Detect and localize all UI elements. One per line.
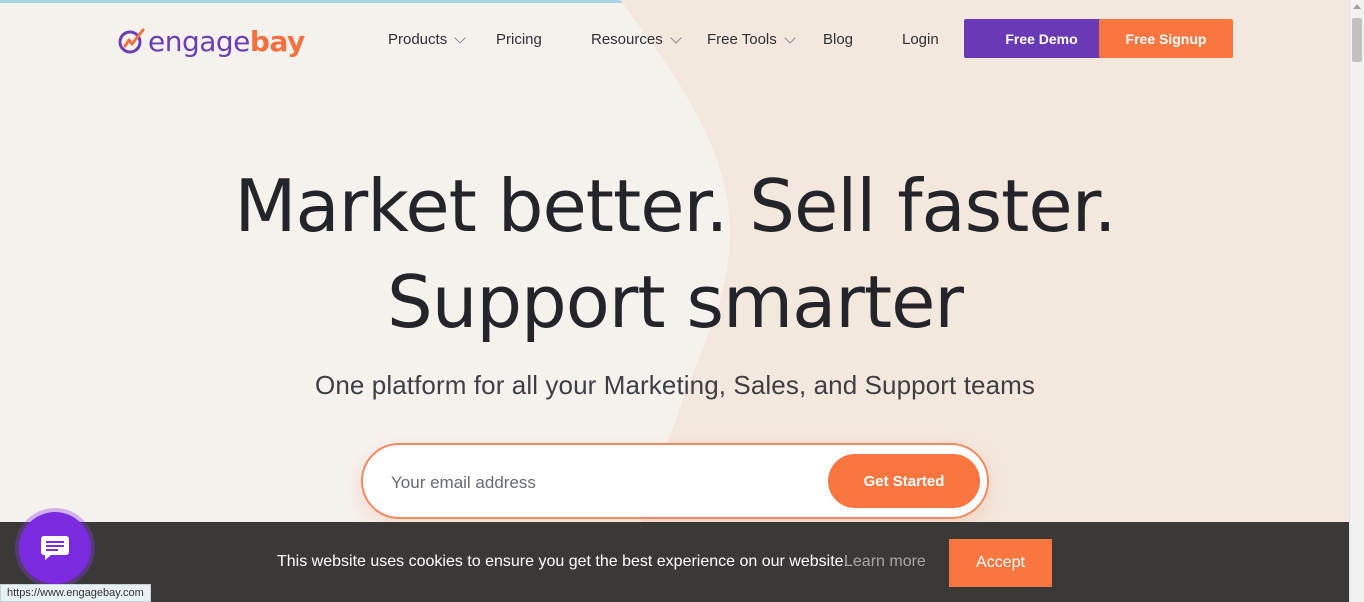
get-started-button[interactable]: Get Started [828, 454, 980, 508]
nav-item-pricing[interactable]: Pricing [496, 29, 542, 49]
chat-bubble-icon [41, 536, 69, 560]
brand-logo[interactable]: engagebay [117, 24, 305, 58]
nav-label: Resources [591, 30, 663, 48]
cookie-message: This website uses cookies to ensure you … [277, 553, 848, 570]
hero-subtitle: One platform for all your Marketing, Sal… [315, 370, 1035, 400]
scroll-thumb[interactable] [1352, 18, 1362, 62]
hero-title-line-2: Support smarter [386, 260, 964, 344]
email-input[interactable] [391, 465, 811, 501]
browser-status-url: https://www.engagebay.com [0, 584, 151, 602]
nav-label: Pricing [496, 30, 542, 48]
cookie-consent-bar: This website uses cookies to ensure you … [0, 522, 1349, 602]
nav-label: Login [902, 30, 939, 48]
chat-widget-button[interactable] [19, 512, 91, 584]
nav-label: Blog [823, 30, 854, 48]
nav-item-resources[interactable]: Resources [591, 29, 682, 49]
nav-item-free-tools[interactable]: Free Tools [707, 29, 796, 49]
chevron-down-icon [670, 31, 682, 44]
chevron-down-icon [784, 31, 796, 44]
scroll-up-arrow-icon[interactable] [1353, 4, 1361, 9]
hero-title-line-1: Market better. Sell faster. [234, 164, 1116, 248]
chevron-down-icon [454, 31, 466, 44]
nav-item-products[interactable]: Products [388, 29, 466, 49]
logo-mark-icon [118, 28, 145, 54]
page-scrollbar[interactable] [1349, 0, 1364, 602]
email-signup-form: Get Started [361, 443, 989, 519]
nav-item-blog[interactable]: Blog [823, 29, 853, 49]
cookie-accept-button[interactable]: Accept [949, 539, 1052, 587]
nav-label: Products [388, 30, 448, 48]
nav-item-login[interactable]: Login [902, 29, 939, 49]
cookie-learn-more-link[interactable]: Learn more [844, 553, 926, 571]
logo-wordmark: engagebay [148, 24, 305, 58]
free-signup-button[interactable]: Free Signup [1099, 19, 1233, 58]
nav-label: Free Tools [707, 30, 777, 48]
free-demo-button[interactable]: Free Demo [964, 19, 1119, 58]
